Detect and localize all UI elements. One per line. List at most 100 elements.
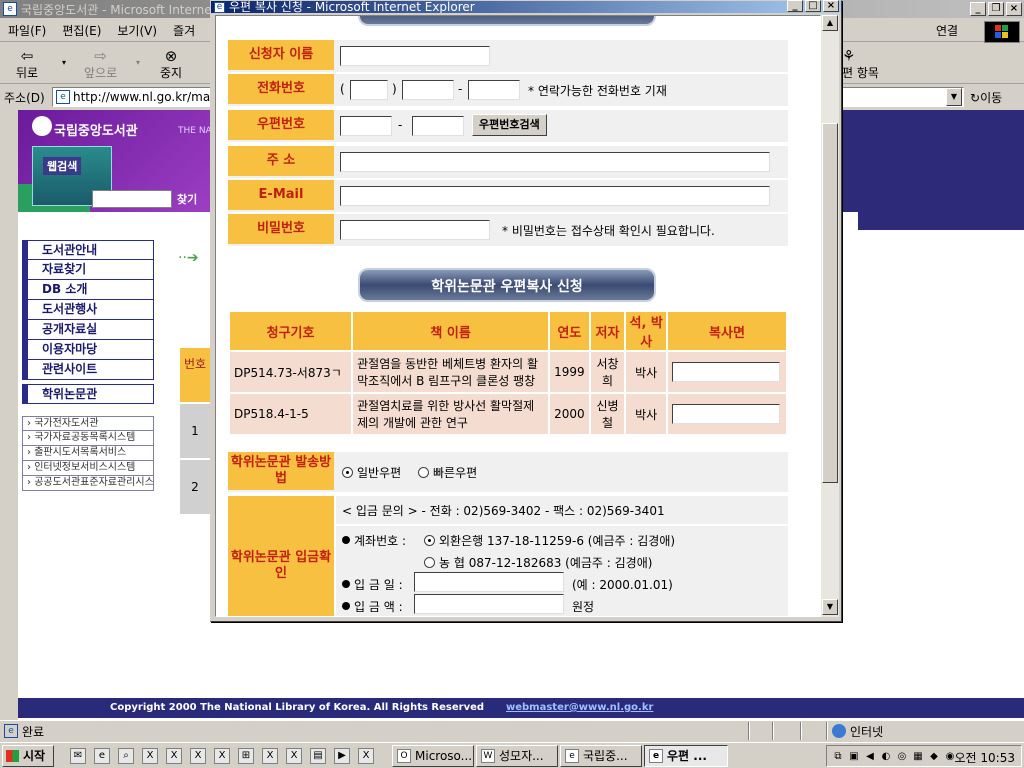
scroll-up-icon[interactable]: ▲ bbox=[822, 15, 838, 31]
radio-account-2[interactable] bbox=[424, 557, 435, 568]
start-button[interactable]: 시작 bbox=[2, 745, 54, 767]
nav-related-sites[interactable]: 관련사이트 bbox=[22, 360, 154, 380]
maximize-icon[interactable]: □ bbox=[805, 0, 821, 12]
copy-pages-input[interactable] bbox=[672, 404, 780, 424]
address-input[interactable] bbox=[340, 152, 770, 172]
search-icon[interactable]: ⌕ bbox=[118, 748, 134, 764]
document-icon[interactable]: ▤ bbox=[310, 748, 326, 764]
menu-file[interactable]: 파일(F) bbox=[0, 22, 54, 39]
calendar-icon[interactable]: ▦ bbox=[911, 750, 925, 764]
close-icon[interactable]: × bbox=[1006, 2, 1022, 16]
close-icon[interactable]: × bbox=[823, 0, 839, 12]
media-player-icon[interactable]: ▶ bbox=[334, 748, 350, 764]
row-deposit: 학위논문관 입금확인 < 입금 문의 > - 전화 : 02)569-3402 … bbox=[228, 496, 788, 616]
radio-account-1[interactable] bbox=[424, 535, 435, 546]
address-dropdown-icon[interactable]: ▼ bbox=[946, 88, 962, 106]
taskbar-button-library[interactable]: e 국립중... bbox=[560, 745, 642, 767]
ie-icon: e bbox=[649, 749, 663, 763]
right-banner bbox=[858, 110, 1024, 230]
link-public-library-system[interactable]: 공공도서관표준자료관리시스템 bbox=[22, 476, 154, 491]
zip-search-button[interactable]: 우편번호검색 bbox=[472, 114, 547, 136]
nav-events[interactable]: 도서관행사 bbox=[22, 300, 154, 320]
phone-number-input[interactable] bbox=[468, 80, 520, 100]
link-cip-service[interactable]: 출판시도서목록서비스 bbox=[22, 446, 154, 461]
ie-icon: e bbox=[3, 2, 17, 16]
radio-fast-mail[interactable] bbox=[418, 467, 429, 478]
email-input[interactable] bbox=[340, 186, 770, 206]
nav-thesis-hall[interactable]: 학위논문관 bbox=[22, 384, 154, 404]
minimize-icon[interactable]: _ bbox=[787, 0, 803, 12]
call-number: DP518.4-1-5 bbox=[230, 394, 352, 434]
excel-icon[interactable]: X bbox=[262, 748, 278, 764]
author: 신병철 bbox=[590, 394, 625, 434]
minimize-icon[interactable]: _ bbox=[970, 2, 986, 16]
applicant-name-input[interactable] bbox=[340, 46, 490, 66]
site-search-input[interactable] bbox=[92, 190, 172, 208]
phone-area-input[interactable] bbox=[350, 80, 388, 100]
restore-icon[interactable]: ❐ bbox=[988, 2, 1004, 16]
find-button[interactable]: 찾기 bbox=[177, 191, 197, 207]
excel-icon[interactable]: X bbox=[358, 748, 374, 764]
link-union-catalog[interactable]: 국가자료공동목록시스템 bbox=[22, 431, 154, 446]
nav-db-intro[interactable]: DB 소개 bbox=[22, 280, 154, 300]
tray-app-icon[interactable]: ◎ bbox=[895, 750, 909, 764]
account-option-1[interactable]: 외환은행 137-18-11259-6 (예금주 : 김경애) bbox=[424, 532, 675, 549]
taskbar-button-postal-copy[interactable]: e 우편 ... bbox=[644, 745, 728, 767]
nav-find-materials[interactable]: 자료찾기 bbox=[22, 260, 154, 280]
copy-pages-input[interactable] bbox=[672, 362, 780, 382]
connect-menu[interactable]: 연결 bbox=[936, 22, 958, 39]
vertical-scrollbar[interactable]: ▲ ▼ bbox=[821, 15, 839, 617]
nav-user-forum[interactable]: 이용자마당 bbox=[22, 340, 154, 360]
taskbar-button-outlook[interactable]: O Microso... bbox=[392, 745, 474, 767]
webmaster-link[interactable]: webmaster@www.nl.go.kr bbox=[506, 698, 653, 718]
phone-paren-open: ( bbox=[340, 82, 345, 96]
col-call-number: 청구기호 bbox=[230, 312, 352, 350]
excel-icon[interactable]: X bbox=[214, 748, 230, 764]
deposit-date-input[interactable] bbox=[414, 572, 564, 592]
tray-app-icon[interactable]: ◆ bbox=[927, 750, 941, 764]
shipping-fast-option[interactable]: 빠른우편 bbox=[418, 464, 477, 481]
menu-favorites[interactable]: 즐겨 bbox=[165, 22, 203, 39]
zip-second-input[interactable] bbox=[412, 116, 464, 136]
account-option-2[interactable]: 농 협 087-12-182683 (예금주 : 김경애) bbox=[424, 554, 652, 571]
zip-first-input[interactable] bbox=[340, 116, 392, 136]
display-tray-icon[interactable]: ▣ bbox=[847, 750, 861, 764]
network-icon[interactable]: ⊞ bbox=[238, 748, 254, 764]
excel-icon[interactable]: X bbox=[166, 748, 182, 764]
deposit-amount-input[interactable] bbox=[414, 594, 564, 614]
stop-button[interactable]: ⊗ 중지 bbox=[160, 48, 182, 81]
back-button[interactable]: ⇦ 뒤로 bbox=[16, 48, 38, 81]
favorites-button[interactable]: ⚘ 편 항목 bbox=[842, 48, 879, 81]
clock[interactable]: 오전 10:53 bbox=[955, 749, 1015, 766]
scroll-thumb[interactable] bbox=[822, 123, 838, 483]
bullet-icon bbox=[342, 536, 350, 544]
link-internet-info-service[interactable]: 인터넷정보서비스시스템 bbox=[22, 461, 154, 476]
excel-icon[interactable]: X bbox=[190, 748, 206, 764]
forward-button[interactable]: ⇨ 앞으로 bbox=[84, 48, 117, 81]
zip-label: 우편번호 bbox=[228, 110, 334, 140]
outlook-express-icon[interactable]: ✉ bbox=[70, 748, 86, 764]
menu-edit[interactable]: 편집(E) bbox=[54, 22, 109, 39]
phone-prefix-input[interactable] bbox=[402, 80, 454, 100]
radio-normal-mail[interactable] bbox=[342, 467, 353, 478]
link-national-digital-library[interactable]: 국가전자도서관 bbox=[22, 416, 154, 431]
excel-icon[interactable]: X bbox=[142, 748, 158, 764]
password-input[interactable] bbox=[340, 220, 490, 240]
menu-view[interactable]: 보기(V) bbox=[109, 22, 165, 39]
word-icon: W bbox=[481, 749, 495, 763]
excel-icon[interactable]: X bbox=[286, 748, 302, 764]
scroll-down-icon[interactable]: ▼ bbox=[822, 599, 838, 615]
volume-icon[interactable]: ◀ bbox=[863, 750, 877, 764]
back-dropdown-icon[interactable]: ▾ bbox=[62, 58, 66, 67]
nav-public-archive[interactable]: 공개자료실 bbox=[22, 320, 154, 340]
network-tray-icon[interactable]: ⧉ bbox=[831, 750, 845, 764]
site-logo-text[interactable]: 국립중앙도서관 bbox=[54, 120, 138, 139]
forward-dropdown-icon[interactable]: ▾ bbox=[136, 58, 140, 67]
tray-app-icon[interactable]: ◐ bbox=[879, 750, 893, 764]
popup-title-bar[interactable]: e 우편 복사 신청 - Microsoft Internet Explorer… bbox=[211, 0, 841, 13]
taskbar-button-word[interactable]: W 성모자... bbox=[476, 745, 558, 767]
internet-explorer-icon[interactable]: e bbox=[94, 748, 110, 764]
go-button[interactable]: ↻이동 bbox=[970, 89, 1002, 106]
nav-library-info[interactable]: 도서관안내 bbox=[22, 240, 154, 260]
shipping-normal-option[interactable]: 일반우편 bbox=[342, 464, 401, 481]
